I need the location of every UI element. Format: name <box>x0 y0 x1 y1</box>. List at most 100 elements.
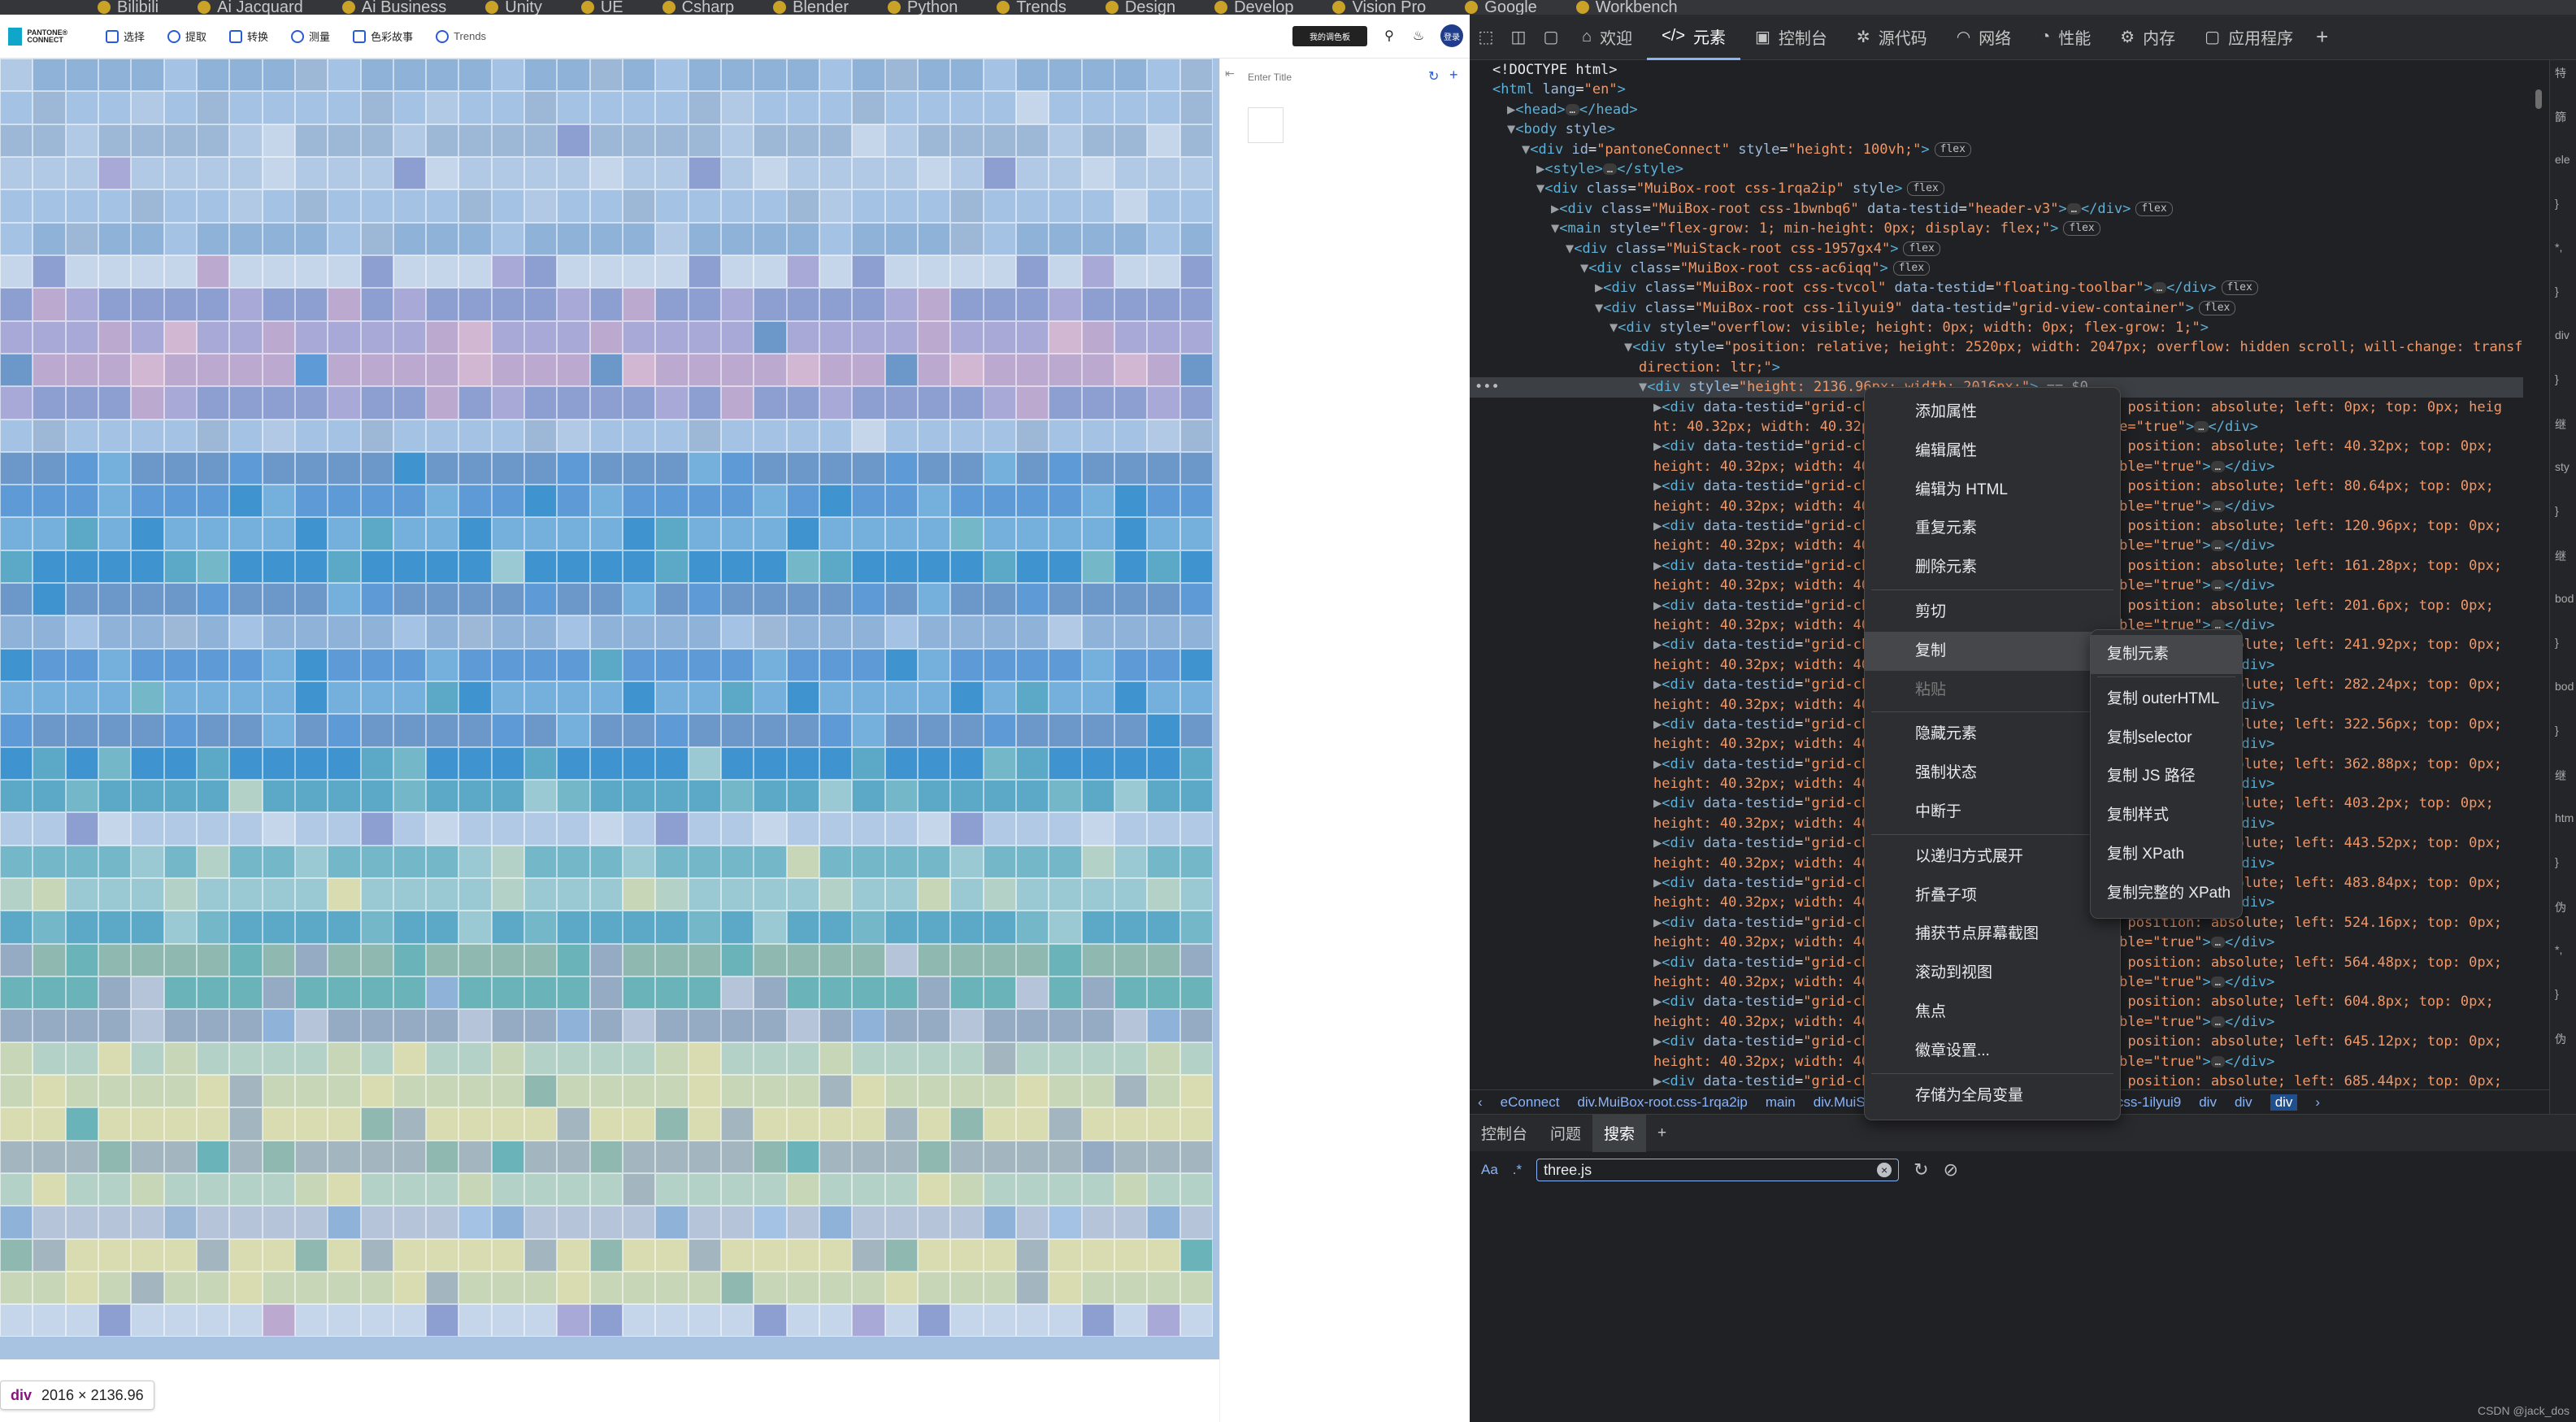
grid-chip[interactable] <box>917 1304 951 1337</box>
grid-chip[interactable] <box>328 156 361 190</box>
grid-chip[interactable] <box>688 91 722 124</box>
grid-chip[interactable] <box>655 648 689 682</box>
grid-chip[interactable] <box>655 1238 689 1272</box>
grid-chip[interactable] <box>229 91 263 124</box>
grid-chip[interactable] <box>393 91 427 124</box>
grid-chip[interactable] <box>950 156 984 190</box>
dom-tree-row[interactable]: ▼<div style="overflow: visible; height: … <box>1470 318 2523 337</box>
grid-chip[interactable] <box>623 976 656 1010</box>
grid-chip[interactable] <box>852 878 885 911</box>
grid-chip[interactable] <box>360 1238 393 1272</box>
grid-chip[interactable] <box>131 550 164 584</box>
grid-chip[interactable] <box>262 222 295 255</box>
grid-chip[interactable] <box>884 1206 918 1239</box>
grid-chip[interactable] <box>393 451 427 485</box>
grid-chip[interactable] <box>328 124 361 157</box>
grid-chip[interactable] <box>983 517 1016 550</box>
grid-chip[interactable] <box>524 91 558 124</box>
grid-chip[interactable] <box>1114 1172 1148 1207</box>
grid-chip[interactable] <box>196 59 230 92</box>
grid-chip[interactable] <box>557 550 590 584</box>
grid-chip[interactable] <box>163 419 197 452</box>
grid-chip[interactable] <box>98 878 132 911</box>
menu-item[interactable]: 重复元素 <box>1865 509 2120 548</box>
grid-chip[interactable] <box>557 976 590 1010</box>
grid-chip[interactable] <box>1049 615 1082 649</box>
grid-chip[interactable] <box>1015 943 1049 976</box>
grid-chip[interactable] <box>0 648 33 682</box>
grid-chip[interactable] <box>786 189 819 223</box>
grid-chip[interactable] <box>623 254 656 289</box>
grid-chip[interactable] <box>819 288 853 321</box>
grid-chip[interactable] <box>1015 976 1049 1010</box>
grid-chip[interactable] <box>917 943 951 976</box>
grid-chip[interactable] <box>852 222 885 255</box>
grid-chip[interactable] <box>426 156 459 190</box>
grid-chip[interactable] <box>917 189 951 223</box>
grid-chip[interactable] <box>917 288 951 321</box>
grid-chip[interactable] <box>950 714 984 747</box>
grid-chip[interactable] <box>623 550 656 584</box>
grid-chip[interactable] <box>1081 1074 1114 1108</box>
grid-chip[interactable] <box>950 222 984 255</box>
grid-chip[interactable] <box>196 845 230 878</box>
grid-chip[interactable] <box>0 746 33 781</box>
grid-chip[interactable] <box>1179 1140 1213 1173</box>
grid-chip[interactable] <box>360 1107 393 1141</box>
grid-chip[interactable] <box>98 911 132 944</box>
grid-chip[interactable] <box>360 943 393 976</box>
dom-tree-row[interactable]: ▶<div class="MuiBox-root css-1bwnbq6" da… <box>1470 199 2523 219</box>
grid-chip[interactable] <box>0 1172 33 1207</box>
grid-chip[interactable] <box>655 451 689 485</box>
grid-chip[interactable] <box>0 943 33 976</box>
grid-chip[interactable] <box>557 1041 590 1075</box>
grid-chip[interactable] <box>1049 746 1082 781</box>
grid-chip[interactable] <box>360 386 393 420</box>
bookmark-item[interactable]: Trends <box>997 0 1066 15</box>
grid-chip[interactable] <box>98 1172 132 1207</box>
grid-chip[interactable] <box>294 583 328 616</box>
grid-chip[interactable] <box>229 419 263 452</box>
grid-chip[interactable] <box>163 1107 197 1141</box>
grid-chip[interactable] <box>983 1238 1016 1272</box>
grid-chip[interactable] <box>65 1238 98 1272</box>
grid-chip[interactable] <box>721 386 754 420</box>
grid-chip[interactable] <box>589 714 623 747</box>
grid-chip[interactable] <box>229 648 263 682</box>
grid-chip[interactable] <box>754 845 787 878</box>
grid-chip[interactable] <box>65 485 98 518</box>
grid-chip[interactable] <box>458 550 492 584</box>
grid-chip[interactable] <box>623 1107 656 1141</box>
grid-chip[interactable] <box>458 1238 492 1272</box>
grid-chip[interactable] <box>196 288 230 321</box>
grid-chip[interactable] <box>262 878 295 911</box>
grid-chip[interactable] <box>426 583 459 616</box>
grid-chip[interactable] <box>229 59 263 92</box>
grid-chip[interactable] <box>328 288 361 321</box>
grid-chip[interactable] <box>917 878 951 911</box>
grid-chip[interactable] <box>294 353 328 387</box>
grid-chip[interactable] <box>557 254 590 289</box>
grid-chip[interactable] <box>917 615 951 649</box>
grid-chip[interactable] <box>131 1271 164 1305</box>
grid-chip[interactable] <box>819 1304 853 1337</box>
grid-chip[interactable] <box>852 550 885 584</box>
grid-chip[interactable] <box>786 878 819 911</box>
grid-chip[interactable] <box>688 485 722 518</box>
grid-chip[interactable] <box>131 714 164 747</box>
grid-chip[interactable] <box>983 943 1016 976</box>
grid-chip[interactable] <box>655 780 689 813</box>
grid-chip[interactable] <box>294 320 328 354</box>
grid-chip[interactable] <box>491 812 525 846</box>
grid-chip[interactable] <box>819 746 853 781</box>
grid-chip[interactable] <box>721 124 754 157</box>
grid-chip[interactable] <box>491 288 525 321</box>
grid-chip[interactable] <box>557 714 590 747</box>
grid-chip[interactable] <box>852 976 885 1010</box>
grid-chip[interactable] <box>786 451 819 485</box>
grid-chip[interactable] <box>852 812 885 846</box>
grid-chip[interactable] <box>688 1041 722 1075</box>
grid-chip[interactable] <box>721 1041 754 1075</box>
grid-chip[interactable] <box>458 911 492 944</box>
grid-chip[interactable] <box>131 1140 164 1173</box>
